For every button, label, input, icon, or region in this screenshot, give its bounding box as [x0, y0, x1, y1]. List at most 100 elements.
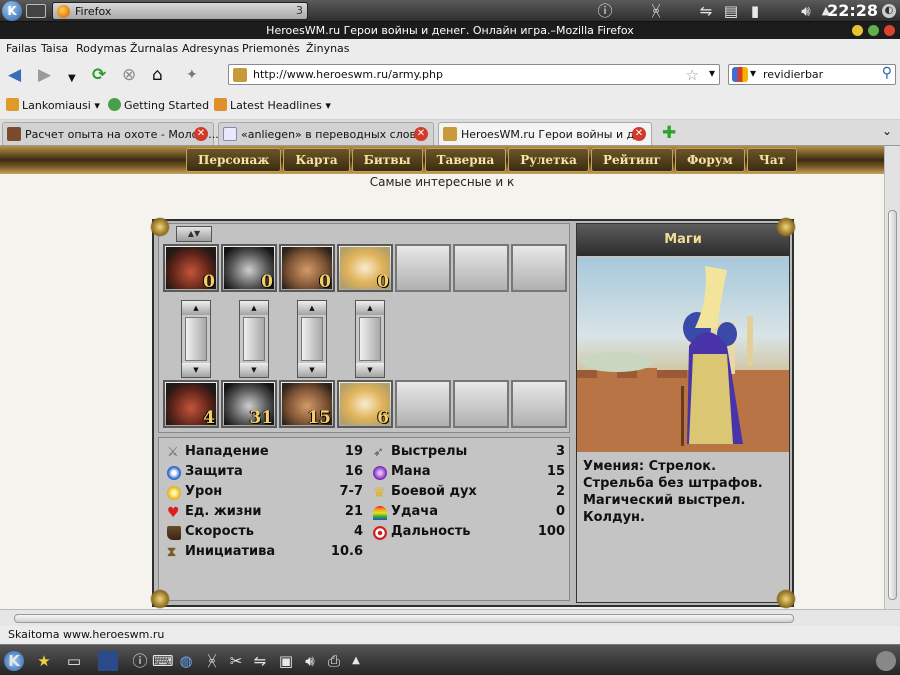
kde-menu-icon[interactable]: K	[2, 1, 22, 21]
volume-icon[interactable]: 🔊︎	[796, 2, 816, 20]
bookmark-getting-started[interactable]: Getting Started	[108, 98, 209, 112]
kde-launcher-icon[interactable]: K	[4, 651, 24, 671]
close-tab-icon[interactable]: ✕	[414, 127, 428, 141]
new-tab-icon[interactable]: ✚	[662, 123, 676, 143]
clock[interactable]: 22:28	[827, 1, 878, 20]
bookmark-star-icon[interactable]: ☆	[686, 66, 699, 84]
url-dropdown-icon[interactable]: ▾	[709, 66, 715, 80]
tray-arrow-icon[interactable]: ▲	[346, 651, 366, 671]
menu-history[interactable]: Žurnalas	[130, 42, 178, 55]
close-tab-icon[interactable]: ✕	[194, 127, 208, 141]
slider-track[interactable]	[185, 317, 207, 361]
empty-slot[interactable]	[511, 244, 567, 292]
clipboard-icon[interactable]: ▤	[722, 2, 740, 20]
slider-unit-1[interactable]: ▲ ▼	[181, 300, 211, 378]
army-slot[interactable]: 31	[221, 380, 277, 428]
slider-unit-3[interactable]: ▲ ▼	[297, 300, 327, 378]
url-bar[interactable]: http://www.heroeswm.ru/army.php ☆ ▾	[228, 64, 720, 85]
window-titlebar[interactable]: HeroesWM.ru Герои войны и денег. Онлайн …	[0, 22, 900, 39]
army-slot[interactable]: 0	[279, 244, 335, 292]
tab-hunt-exp[interactable]: Расчет опыта на охоте - Молот ... ✕	[2, 122, 219, 145]
nav-character[interactable]: Персонаж	[186, 148, 282, 172]
close-window-button[interactable]	[884, 25, 895, 36]
army-slot[interactable]: 0	[337, 244, 393, 292]
volume-icon[interactable]: 🔊︎	[300, 651, 320, 671]
ticker-text[interactable]: Самые интересные и к	[0, 175, 884, 189]
scroll-thumb[interactable]	[888, 210, 897, 600]
keyboard-icon[interactable]: ⌨	[152, 651, 174, 671]
network-icon[interactable]: ᚸ	[646, 2, 666, 20]
nav-rating[interactable]: Рейтинг	[590, 148, 673, 172]
battery-icon[interactable]: ▮	[746, 2, 764, 20]
search-engine-dropdown-icon[interactable]: ▾	[750, 66, 756, 80]
forward-button[interactable]: ▶	[38, 66, 51, 84]
search-input[interactable]: revidierbar	[763, 68, 823, 81]
taskbar-entry-firefox[interactable]: Firefox 3	[52, 2, 308, 20]
scroll-thumb[interactable]	[14, 614, 794, 623]
army-slot[interactable]: 0	[221, 244, 277, 292]
slider-down-icon[interactable]: ▼	[356, 363, 384, 377]
vertical-scrollbar[interactable]	[884, 146, 900, 609]
slider-track[interactable]	[243, 317, 265, 361]
printer-icon[interactable]: ⎙	[324, 651, 344, 671]
stop-button[interactable]: ⊗	[122, 66, 136, 84]
home-button[interactable]: ⌂	[152, 66, 163, 84]
close-tab-icon[interactable]: ✕	[632, 127, 646, 141]
empty-slot[interactable]	[395, 380, 451, 428]
slider-unit-2[interactable]: ▲ ▼	[239, 300, 269, 378]
info-icon[interactable]: ⓘ	[130, 651, 150, 671]
collapse-arrows-button[interactable]: ▲▼	[176, 226, 212, 242]
army-slot[interactable]: 0	[163, 244, 219, 292]
network-icon[interactable]: ᚸ	[202, 651, 222, 671]
slider-down-icon[interactable]: ▼	[298, 363, 326, 377]
menu-file[interactable]: Failas	[6, 42, 37, 55]
slider-unit-4[interactable]: ▲ ▼	[355, 300, 385, 378]
empty-slot[interactable]	[395, 244, 451, 292]
nav-chat[interactable]: Чат	[746, 148, 798, 172]
horizontal-scrollbar[interactable]	[0, 609, 900, 626]
scissors-icon[interactable]: ✂	[226, 651, 246, 671]
reload-button[interactable]: ⟳	[92, 66, 106, 84]
army-slot[interactable]: 6	[337, 380, 393, 428]
menu-view[interactable]: Rodymas	[76, 42, 127, 55]
slider-down-icon[interactable]: ▼	[182, 363, 210, 377]
usb-icon[interactable]: ⇋	[250, 651, 270, 671]
nav-roulette[interactable]: Рулетка	[508, 148, 589, 172]
history-dropdown-icon[interactable]: ▼	[68, 70, 76, 88]
nav-map[interactable]: Карта	[283, 148, 350, 172]
menu-edit[interactable]: Taisa	[41, 42, 68, 55]
search-icon[interactable]: ⚲	[882, 65, 892, 81]
desktop-pager-icon[interactable]	[98, 651, 118, 671]
tab-dictionary[interactable]: «anliegen» в переводных слов... ✕	[218, 122, 434, 145]
minimize-button[interactable]	[852, 25, 863, 36]
nav-forum[interactable]: Форум	[674, 148, 745, 172]
maximize-button[interactable]	[868, 25, 879, 36]
empty-slot[interactable]	[511, 380, 567, 428]
extension-icon[interactable]: ✦	[186, 66, 198, 84]
url-text[interactable]: http://www.heroeswm.ru/army.php	[253, 68, 443, 81]
nav-battles[interactable]: Битвы	[351, 148, 423, 172]
search-bar[interactable]: ▾ revidierbar ⚲	[728, 64, 896, 85]
info-icon[interactable]: ⓘ	[596, 2, 614, 20]
slider-up-icon[interactable]: ▲	[240, 301, 268, 315]
display-icon[interactable]: ▣	[276, 651, 296, 671]
slider-track[interactable]	[359, 317, 381, 361]
slider-up-icon[interactable]: ▲	[356, 301, 384, 315]
army-slot[interactable]: 15	[279, 380, 335, 428]
slider-down-icon[interactable]: ▼	[240, 363, 268, 377]
empty-slot[interactable]	[453, 380, 509, 428]
back-button[interactable]: ◀	[8, 66, 21, 84]
menu-bookmarks[interactable]: Adresynas	[182, 42, 239, 55]
menu-help[interactable]: Žinynas	[306, 42, 350, 55]
favorites-star-icon[interactable]: ★	[34, 651, 54, 671]
menu-tools[interactable]: Priemonės	[242, 42, 300, 55]
empty-slot[interactable]	[453, 244, 509, 292]
tab-heroeswm[interactable]: HeroesWM.ru Герои войны и д... ✕	[438, 122, 652, 145]
army-slot[interactable]: 4	[163, 380, 219, 428]
slider-up-icon[interactable]: ▲	[182, 301, 210, 315]
bookmark-latest-headlines[interactable]: Latest Headlines ▾	[214, 98, 331, 112]
panel-config-icon[interactable]	[876, 651, 896, 671]
search-engine-icon[interactable]	[732, 67, 748, 82]
panel-config-icon[interactable]: ◐	[882, 4, 896, 18]
desktop-icon[interactable]: ▭	[64, 651, 84, 671]
